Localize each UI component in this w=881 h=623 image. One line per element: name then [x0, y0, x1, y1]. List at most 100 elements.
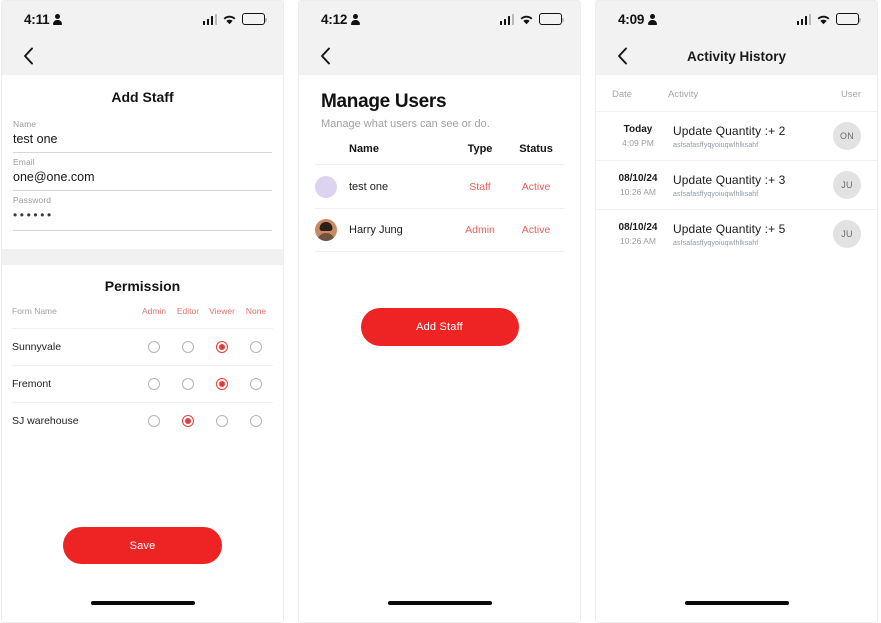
activity-label: Update Quantity :+ 5 [673, 221, 786, 236]
page-title: Add Staff [111, 89, 174, 105]
radio-none[interactable] [250, 378, 262, 390]
radio-cell-none[interactable] [239, 378, 273, 390]
table-row[interactable]: test one Staff Active [315, 164, 564, 208]
column-header-admin: Admin [141, 306, 167, 316]
add-staff-button-container: Add Staff [299, 308, 580, 346]
cellular-signal-icon [202, 13, 217, 25]
activity-table-header: Date Activity User [596, 75, 877, 111]
nav-bar: Activity History [596, 37, 877, 75]
page-title: Activity History [686, 48, 787, 64]
email-field-value[interactable]: one@one.com [13, 170, 272, 191]
battery-icon [539, 13, 565, 25]
user-type: Admin [465, 224, 495, 236]
activity-label: Update Quantity :+ 3 [673, 172, 786, 187]
activity-note: asfsafasffyqyoiuqwlhlksahf [673, 239, 759, 247]
back-button[interactable] [18, 46, 38, 66]
name-field-label: Name [13, 119, 37, 129]
form-name-header: Form Name [12, 306, 57, 316]
list-item[interactable]: 08/10/24 10:26 AM Update Quantity :+ 5 a… [596, 209, 877, 258]
radio-cell-none[interactable] [239, 415, 273, 427]
permission-table: Form Name Admin Editor Viewer None Sunny… [2, 306, 283, 439]
radio-editor[interactable] [182, 341, 194, 353]
column-header-activity: Activity [668, 89, 699, 100]
status-bar-left: 4:12 [321, 11, 361, 27]
name-field-value[interactable]: test one [13, 132, 272, 153]
screen-activity-history: 4:09 Activity History Date Activity User [595, 0, 878, 623]
column-header-user: User [840, 89, 861, 100]
back-button[interactable] [612, 46, 632, 66]
radio-none[interactable] [250, 415, 262, 427]
radio-viewer[interactable] [216, 415, 228, 427]
radio-none[interactable] [250, 341, 262, 353]
radio-viewer[interactable] [216, 341, 228, 353]
user-name: test one [349, 180, 389, 193]
user-type: Staff [469, 180, 491, 193]
email-field[interactable]: Email one@one.com [13, 153, 272, 191]
activity-note: asfsafasffyqyoiuqwlhlksahf [673, 190, 759, 198]
nav-bar [299, 37, 580, 75]
column-header-status: Status [519, 143, 553, 155]
save-button[interactable]: Save [63, 527, 222, 564]
radio-editor[interactable] [182, 415, 194, 427]
person-icon [53, 13, 63, 25]
activity-main: Update Quantity :+ 3 asfsafasffyqyoiuqwl… [664, 173, 821, 198]
permission-row-label: SJ warehouse [12, 415, 79, 427]
back-button[interactable] [315, 46, 335, 66]
radio-cell-admin[interactable] [137, 341, 171, 353]
avatar-cell [315, 175, 349, 198]
save-button-container: Save [2, 527, 283, 622]
activity-user-cell: ON [821, 122, 861, 150]
radio-cell-admin[interactable] [137, 415, 171, 427]
activity-user-cell: JU [821, 171, 861, 199]
radio-cell-viewer[interactable] [205, 378, 239, 390]
activity-date: Today [623, 124, 653, 135]
activity-time: 10:26 AM [620, 187, 656, 197]
status-bar-time: 4:12 [321, 11, 348, 27]
radio-editor[interactable] [182, 378, 194, 390]
status-badge: Active [521, 224, 551, 236]
table-row: Fremont [12, 365, 273, 402]
column-header-viewer: Viewer [209, 306, 235, 316]
permission-title: Permission [104, 278, 181, 294]
status-bar-left: 4:09 [618, 12, 658, 27]
status-bar-time: 4:11 [24, 11, 50, 27]
activity-note: asfsafasffyqyoiuqwlhlksahf [673, 141, 759, 149]
radio-viewer[interactable] [216, 378, 228, 390]
cellular-signal-icon [499, 13, 514, 25]
home-indicator [684, 600, 789, 605]
battery-icon [242, 13, 268, 25]
activity-date-cell: 08/10/24 10:26 AM [612, 222, 664, 246]
radio-admin[interactable] [148, 378, 160, 390]
activity-label: Update Quantity :+ 2 [673, 123, 786, 138]
radio-admin[interactable] [148, 415, 160, 427]
screen-add-staff: 4:11 Add Staff Name test one Email one@o… [1, 0, 284, 623]
status-bar: 4:12 [299, 1, 580, 37]
list-item[interactable]: 08/10/24 10:26 AM Update Quantity :+ 3 a… [596, 160, 877, 209]
radio-cell-none[interactable] [239, 341, 273, 353]
table-row[interactable]: Harry Jung Admin Active [315, 208, 564, 252]
password-field[interactable]: Password •••••• [13, 191, 272, 231]
activity-time: 10:26 AM [620, 236, 656, 246]
radio-cell-admin[interactable] [137, 378, 171, 390]
radio-cell-viewer[interactable] [205, 415, 239, 427]
radio-cell-editor[interactable] [171, 341, 205, 353]
name-field[interactable]: Name test one [13, 115, 272, 153]
password-field-value[interactable]: •••••• [13, 208, 272, 231]
email-field-label: Email [13, 157, 35, 167]
radio-admin[interactable] [148, 341, 160, 353]
list-item[interactable]: Today 4:09 PM Update Quantity :+ 2 asfsa… [596, 111, 877, 160]
activity-main: Update Quantity :+ 5 asfsafasffyqyoiuqwl… [664, 222, 821, 247]
status-badge: Active [521, 180, 551, 193]
column-header-type: Type [467, 143, 493, 155]
battery-icon [836, 13, 862, 25]
add-staff-button[interactable]: Add Staff [360, 308, 519, 346]
status-bar-right [202, 13, 268, 25]
radio-cell-editor[interactable] [171, 415, 205, 427]
cellular-signal-icon [796, 13, 811, 25]
permission-row-label: Fremont [12, 378, 52, 390]
avatar: ON [833, 122, 861, 150]
radio-cell-editor[interactable] [171, 378, 205, 390]
radio-cell-viewer[interactable] [205, 341, 239, 353]
users-table-header: Name Type Status [315, 143, 564, 164]
